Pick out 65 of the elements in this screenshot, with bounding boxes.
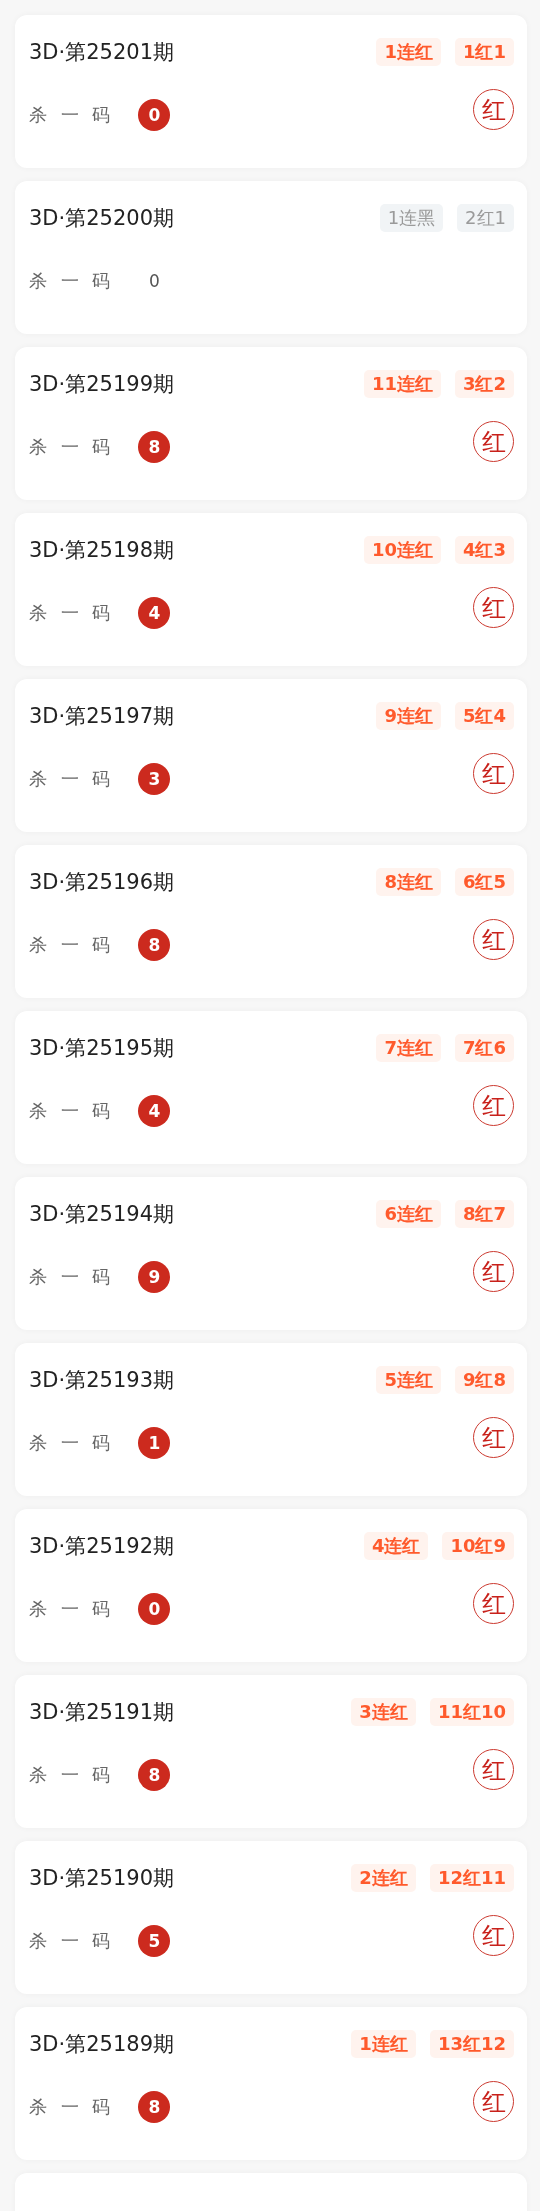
kill-number: 0 bbox=[148, 270, 161, 293]
issue-title: 3D·第25198期 bbox=[29, 537, 174, 564]
streak-tag: 4红3 bbox=[454, 536, 514, 564]
issue-title: 3D·第25192期 bbox=[29, 1533, 174, 1560]
streak-tag: 1连红 bbox=[376, 38, 441, 66]
issue-title: 3D·第25191期 bbox=[29, 1699, 174, 1726]
kill-number: 4 bbox=[138, 1095, 171, 1127]
kill-label: 杀 一 码 bbox=[29, 1763, 115, 1787]
kill-label: 杀 一 码 bbox=[29, 1597, 115, 1621]
streak-tag: 1连黑 bbox=[379, 204, 444, 232]
streak-tag: 2红1 bbox=[457, 204, 514, 232]
streak-tag: 10红9 bbox=[442, 1532, 514, 1560]
streak-tag: 6连红 bbox=[376, 1200, 441, 1228]
kill-label: 杀 一 码 bbox=[29, 1431, 115, 1455]
issue-title: 3D·第25193期 bbox=[29, 1367, 174, 1394]
streak-tag: 12红11 bbox=[429, 1864, 514, 1892]
kill-number: 0 bbox=[138, 99, 171, 131]
kill-number: 8 bbox=[138, 2091, 171, 2123]
streak-tag: 4连红 bbox=[363, 1532, 429, 1560]
streak-tag: 10连红 bbox=[363, 536, 441, 564]
kill-number: 4 bbox=[138, 597, 171, 629]
streak-tag: 1连红 bbox=[351, 2030, 416, 2058]
streak-tag: 9红8 bbox=[454, 1366, 514, 1394]
kill-number: 0 bbox=[138, 1593, 171, 1625]
streak-tag: 8连红 bbox=[376, 868, 441, 896]
streak-tag: 11红10 bbox=[429, 1698, 514, 1726]
kill-number: 3 bbox=[138, 763, 171, 795]
streak-tag: 2连红 bbox=[351, 1864, 416, 1892]
streak-tag: 6红5 bbox=[454, 868, 514, 896]
issue-title: 3D·第25190期 bbox=[29, 1865, 174, 1892]
streak-tag: 1红1 bbox=[454, 38, 514, 66]
streak-tag: 3红2 bbox=[454, 370, 514, 398]
streak-tag: 5连红 bbox=[376, 1366, 441, 1394]
kill-label: 杀 一 码 bbox=[29, 933, 115, 957]
kill-label: 杀 一 码 bbox=[29, 1265, 115, 1289]
streak-tag: 7红6 bbox=[454, 1034, 514, 1062]
issue-title: 3D·第25196期 bbox=[29, 869, 174, 896]
kill-label: 杀 一 码 bbox=[29, 435, 115, 459]
streak-tag: 8红7 bbox=[454, 1200, 514, 1228]
streak-tag: 7连红 bbox=[376, 1034, 441, 1062]
kill-label: 杀 一 码 bbox=[29, 269, 115, 293]
kill-label: 杀 一 码 bbox=[29, 1929, 115, 1953]
kill-label: 杀 一 码 bbox=[29, 767, 115, 791]
kill-label: 杀 一 码 bbox=[29, 1099, 115, 1123]
kill-number: 8 bbox=[138, 929, 171, 961]
kill-number: 8 bbox=[138, 431, 171, 463]
issue-title: 3D·第25197期 bbox=[29, 703, 174, 730]
issue-title: 3D·第25194期 bbox=[29, 1201, 174, 1228]
streak-tag: 9连红 bbox=[376, 702, 441, 730]
kill-label: 杀 一 码 bbox=[29, 601, 115, 625]
kill-label: 杀 一 码 bbox=[29, 103, 115, 127]
streak-tag: 13红12 bbox=[429, 2030, 514, 2058]
streak-tag: 3连红 bbox=[351, 1698, 416, 1726]
issue-title: 3D·第25189期 bbox=[29, 2031, 174, 2058]
issue-title: 3D·第25195期 bbox=[29, 1035, 174, 1062]
streak-tag: 11连红 bbox=[363, 370, 441, 398]
issue-title: 3D·第25201期 bbox=[29, 39, 174, 66]
kill-number: 8 bbox=[138, 1759, 171, 1791]
kill-number: 1 bbox=[138, 1427, 171, 1459]
issue-title: 3D·第25200期 bbox=[29, 205, 174, 232]
streak-tag: 5红4 bbox=[454, 702, 514, 730]
kill-label: 杀 一 码 bbox=[29, 2095, 115, 2119]
kill-number: 5 bbox=[138, 1925, 171, 1957]
issue-title: 3D·第25199期 bbox=[29, 371, 174, 398]
kill-number: 9 bbox=[138, 1261, 171, 1293]
